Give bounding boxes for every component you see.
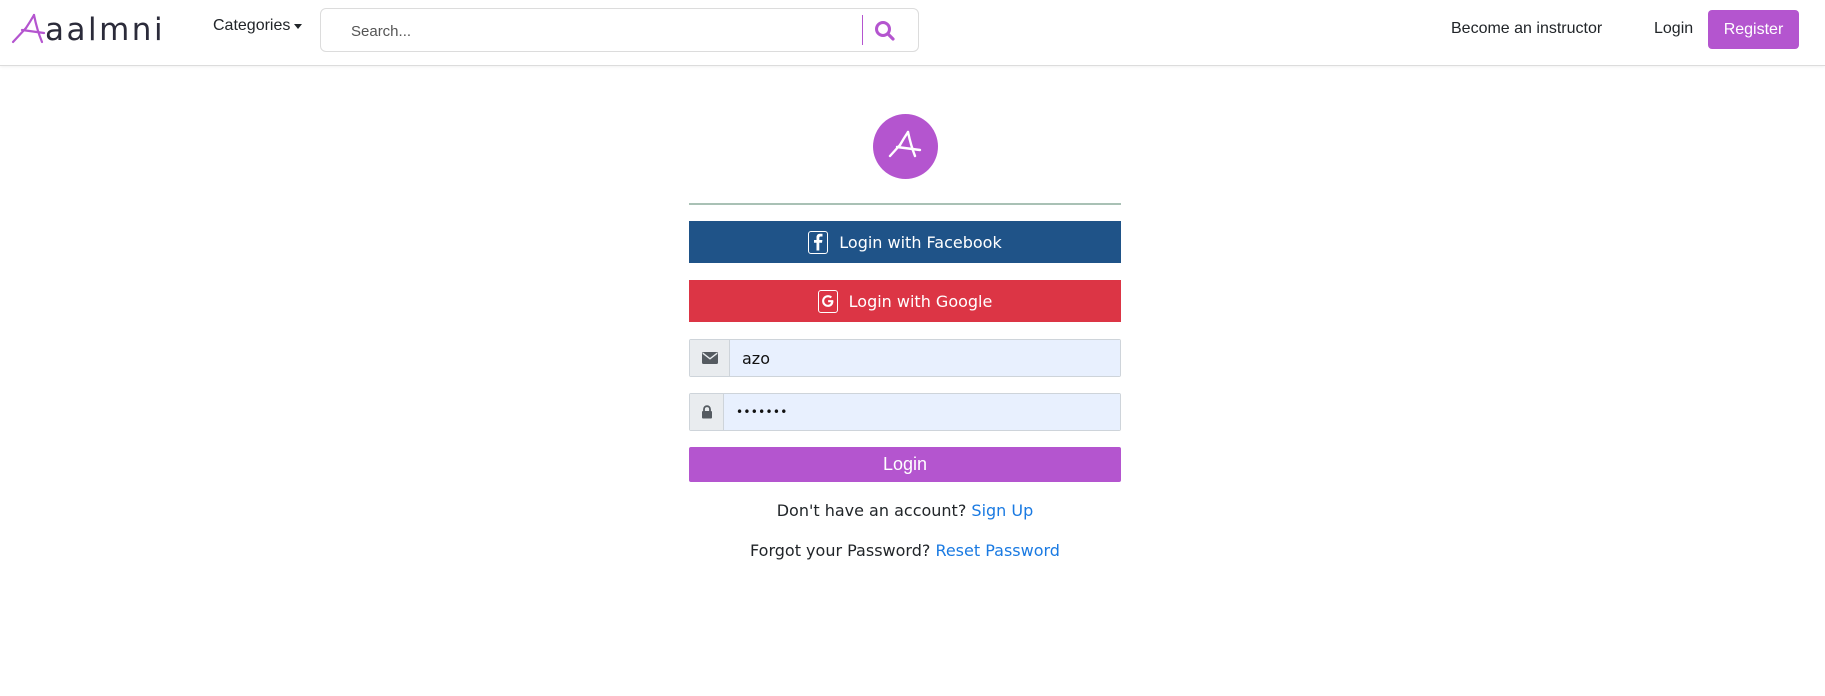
signup-prompt: Don't have an account? Sign Up — [689, 501, 1121, 520]
signup-prompt-text: Don't have an account? — [776, 501, 967, 520]
google-icon — [817, 289, 838, 313]
brand-text: aalmni — [45, 12, 166, 48]
nav-login-link[interactable]: Login — [1654, 20, 1693, 38]
search-input[interactable] — [351, 20, 871, 42]
register-button[interactable]: Register — [1708, 10, 1799, 49]
brand-logo-icon — [11, 13, 46, 44]
search-icon — [875, 21, 895, 41]
email-input-group — [689, 339, 1121, 377]
form-divider — [689, 203, 1121, 205]
google-login-label: Login with Google — [848, 291, 993, 311]
top-navbar: aalmni Categories Become an instructor L… — [0, 0, 1825, 66]
search-bar — [320, 8, 919, 52]
search-button[interactable] — [871, 17, 899, 45]
facebook-login-button[interactable]: Login with Facebook — [689, 221, 1121, 263]
password-field[interactable] — [724, 394, 1120, 430]
categories-dropdown[interactable]: Categories — [213, 17, 303, 35]
signup-link[interactable]: Sign Up — [971, 501, 1033, 520]
google-login-button[interactable]: Login with Google — [689, 280, 1121, 322]
caret-down-icon — [294, 23, 303, 29]
email-field[interactable] — [730, 340, 1120, 376]
search-divider — [862, 15, 863, 45]
brand-logo-icon — [888, 130, 922, 158]
become-instructor-link[interactable]: Become an instructor — [1451, 20, 1602, 38]
reset-password-link[interactable]: Reset Password — [935, 541, 1060, 560]
brand-logo[interactable]: aalmni — [11, 6, 165, 48]
login-submit-button[interactable]: Login — [689, 447, 1121, 482]
reset-prompt: Forgot your Password? Reset Password — [689, 541, 1121, 560]
lock-icon — [690, 394, 724, 430]
facebook-login-label: Login with Facebook — [839, 232, 1002, 252]
password-input-group — [689, 393, 1121, 431]
facebook-icon — [808, 230, 829, 254]
categories-label: Categories — [213, 17, 291, 34]
envelope-icon — [690, 340, 730, 376]
reset-prompt-text: Forgot your Password? — [750, 541, 931, 560]
login-logo — [873, 114, 938, 179]
